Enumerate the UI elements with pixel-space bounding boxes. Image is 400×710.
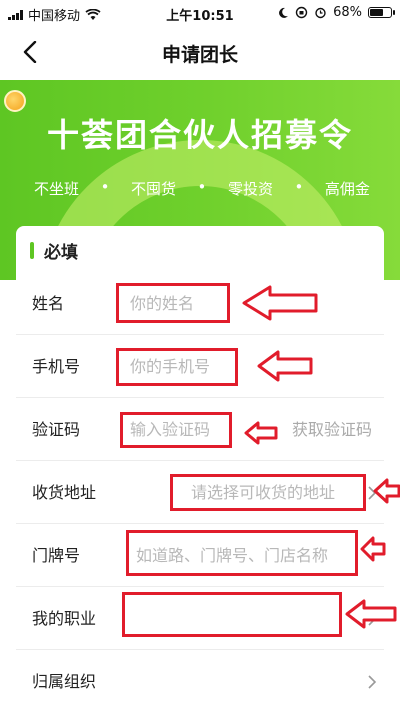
status-right: 68%	[277, 5, 395, 20]
page-title: 申请团长	[161, 44, 238, 66]
occupation-highlight-box	[122, 592, 342, 637]
moon-icon	[279, 7, 289, 18]
arrow-left-icon	[345, 599, 397, 629]
organization-label: 归属组织	[32, 672, 97, 691]
phone-highlight-box	[116, 348, 238, 386]
slogan-separator: •	[197, 178, 207, 196]
address-label: 收货地址	[32, 483, 97, 502]
banner-slogans: 不坐班 • 不囤货 • 零投资 • 高佣金	[34, 178, 370, 199]
required-section-header: 必填	[30, 238, 78, 263]
house-number-highlight-box	[126, 530, 358, 576]
arrow-left-icon	[257, 350, 313, 382]
name-highlight-box	[116, 283, 230, 323]
address-highlight-box	[170, 474, 366, 511]
battery-percent: 68%	[333, 5, 362, 20]
slogan-item: 不囤货	[130, 180, 176, 198]
organization-row[interactable]: 归属组织	[16, 650, 384, 710]
phone-label: 手机号	[32, 357, 81, 376]
arrow-left-icon	[244, 421, 278, 445]
slogan-item: 高佣金	[324, 180, 370, 198]
house-number-label: 门牌号	[32, 546, 81, 565]
status-bar: 中国移动 上午10:51 68%	[0, 0, 400, 26]
banner-headline: 十荟团合伙人招募令	[46, 116, 353, 154]
slogan-separator: •	[294, 178, 304, 196]
chevron-right-icon	[368, 675, 377, 689]
alarm-icon	[315, 7, 326, 19]
get-code-button[interactable]: 获取验证码	[292, 398, 372, 461]
arrow-left-icon	[242, 285, 318, 321]
rotation-lock-icon	[295, 6, 308, 19]
verification-code-label: 验证码	[32, 420, 81, 439]
orange-fruit-icon	[4, 90, 26, 112]
arrow-left-icon	[360, 536, 386, 562]
occupation-label: 我的职业	[32, 609, 97, 628]
section-accent-bar	[30, 242, 34, 259]
nav-bar: 申请团长	[0, 26, 400, 80]
arrow-left-icon	[373, 478, 400, 504]
section-label: 必填	[44, 243, 78, 263]
name-label: 姓名	[32, 294, 65, 313]
slogan-item: 不坐班	[34, 180, 80, 198]
code-highlight-box	[120, 412, 232, 448]
battery-icon	[368, 7, 395, 18]
slogan-separator: •	[100, 178, 110, 196]
battery-fill	[370, 9, 383, 16]
slogan-item: 零投资	[227, 180, 273, 198]
